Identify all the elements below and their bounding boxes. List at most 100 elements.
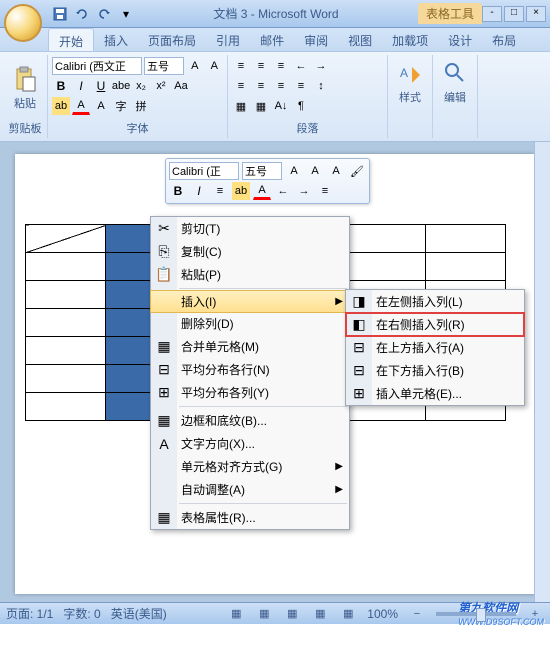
tab-home[interactable]: 开始: [48, 28, 94, 51]
show-marks-icon[interactable]: ¶: [292, 97, 310, 115]
maximize-button[interactable]: □: [504, 6, 524, 22]
zoom-out-icon[interactable]: −: [408, 605, 426, 623]
char-shading-icon[interactable]: A: [92, 97, 110, 115]
redo-icon[interactable]: [96, 6, 112, 22]
align-right-icon[interactable]: ≡: [272, 77, 290, 95]
phonetic-icon[interactable]: 拼: [132, 97, 150, 115]
bold-icon[interactable]: B: [52, 77, 70, 95]
styles-button[interactable]: A 样式: [392, 57, 428, 107]
mini-bold-icon[interactable]: B: [169, 182, 187, 200]
submenu-insert-above[interactable]: ⊟在上方插入行(A): [346, 336, 524, 359]
mini-shrink-font-icon[interactable]: A: [306, 162, 324, 180]
tab-mailings[interactable]: 邮件: [250, 28, 294, 51]
menu-delete-column[interactable]: 删除列(D): [151, 312, 349, 335]
justify-icon[interactable]: ≡: [292, 77, 310, 95]
minimize-button[interactable]: -: [482, 6, 502, 22]
align-left-icon[interactable]: ≡: [232, 77, 250, 95]
mini-font-name[interactable]: [169, 162, 239, 180]
table-cell[interactable]: [426, 253, 506, 281]
tab-design[interactable]: 设计: [438, 28, 482, 51]
undo-icon[interactable]: [74, 6, 90, 22]
zoom-level[interactable]: 100%: [367, 607, 398, 621]
underline-icon[interactable]: U: [92, 77, 110, 95]
menu-insert[interactable]: 插入(I)▶: [150, 290, 350, 313]
submenu-insert-right[interactable]: ◧在右侧插入列(R): [346, 313, 524, 336]
strike-icon[interactable]: abe: [112, 77, 130, 95]
editing-button[interactable]: 编辑: [437, 57, 473, 107]
borders-icon[interactable]: ▦: [252, 97, 270, 115]
table-cell[interactable]: [26, 253, 106, 281]
menu-distribute-cols[interactable]: ⊞平均分布各列(Y): [151, 381, 349, 404]
grow-font-icon[interactable]: A: [186, 57, 204, 75]
bullets-icon[interactable]: ≡: [232, 57, 250, 75]
superscript-icon[interactable]: x²: [152, 77, 170, 95]
font-size-select[interactable]: [144, 57, 184, 75]
table-cell[interactable]: [346, 225, 426, 253]
vertical-scrollbar[interactable]: [534, 142, 550, 602]
highlight-icon[interactable]: ab: [52, 97, 70, 115]
mini-bullets-icon[interactable]: ≡: [316, 182, 334, 200]
mini-center-icon[interactable]: ≡: [211, 182, 229, 200]
mini-highlight-icon[interactable]: ab: [232, 182, 250, 200]
sort-icon[interactable]: A↓: [272, 97, 290, 115]
qat-dropdown-icon[interactable]: ▾: [118, 6, 134, 22]
table-cell[interactable]: [26, 309, 106, 337]
menu-distribute-rows[interactable]: ⊟平均分布各行(N): [151, 358, 349, 381]
multilevel-icon[interactable]: ≡: [272, 57, 290, 75]
font-color-icon[interactable]: A: [72, 97, 90, 115]
zoom-slider[interactable]: [436, 612, 516, 616]
menu-copy[interactable]: ⎘复制(C): [151, 240, 349, 263]
tab-addins[interactable]: 加载项: [382, 28, 438, 51]
table-cell[interactable]: [346, 253, 426, 281]
menu-cut[interactable]: ✂剪切(T): [151, 217, 349, 240]
subscript-icon[interactable]: x₂: [132, 77, 150, 95]
menu-autofit[interactable]: 自动调整(A)▶: [151, 478, 349, 501]
mini-styles-icon[interactable]: A: [327, 162, 345, 180]
numbering-icon[interactable]: ≡: [252, 57, 270, 75]
tab-review[interactable]: 审阅: [294, 28, 338, 51]
table-cell[interactable]: [26, 393, 106, 421]
menu-text-direction[interactable]: A文字方向(X)...: [151, 432, 349, 455]
submenu-insert-below[interactable]: ⊟在下方插入行(B): [346, 359, 524, 382]
table-cell[interactable]: [26, 281, 106, 309]
status-language[interactable]: 英语(美国): [111, 605, 167, 622]
view-reading-icon[interactable]: ▦: [255, 605, 273, 623]
table-cell[interactable]: [26, 225, 106, 253]
italic-icon[interactable]: I: [72, 77, 90, 95]
mini-indent-dec-icon[interactable]: ←: [274, 182, 292, 200]
paste-button[interactable]: 粘贴: [7, 63, 43, 113]
menu-merge-cells[interactable]: ▦合并单元格(M): [151, 335, 349, 358]
change-case-icon[interactable]: Aa: [172, 77, 190, 95]
indent-left-icon[interactable]: ←: [292, 57, 310, 75]
table-cell[interactable]: [426, 225, 506, 253]
mini-font-color-icon[interactable]: A: [253, 182, 271, 200]
office-button[interactable]: [4, 4, 42, 42]
char-border-icon[interactable]: 字: [112, 97, 130, 115]
mini-grow-font-icon[interactable]: A: [285, 162, 303, 180]
view-web-icon[interactable]: ▦: [283, 605, 301, 623]
menu-cell-alignment[interactable]: 单元格对齐方式(G)▶: [151, 455, 349, 478]
tab-page-layout[interactable]: 页面布局: [138, 28, 206, 51]
status-page[interactable]: 页面: 1/1: [6, 605, 53, 622]
close-button[interactable]: ×: [526, 6, 546, 22]
tab-view[interactable]: 视图: [338, 28, 382, 51]
mini-font-size[interactable]: [242, 162, 282, 180]
align-center-icon[interactable]: ≡: [252, 77, 270, 95]
table-cell[interactable]: [26, 365, 106, 393]
save-icon[interactable]: [52, 6, 68, 22]
shading-icon[interactable]: ▦: [232, 97, 250, 115]
document-page[interactable]: A A A 🖌 B I ≡ ab A ← → ≡: [15, 154, 535, 594]
menu-paste[interactable]: 📋粘贴(P): [151, 263, 349, 286]
indent-right-icon[interactable]: →: [312, 57, 330, 75]
view-outline-icon[interactable]: ▦: [311, 605, 329, 623]
menu-borders-shading[interactable]: ▦边框和底纹(B)...: [151, 409, 349, 432]
tab-references[interactable]: 引用: [206, 28, 250, 51]
submenu-insert-cells[interactable]: ⊞插入单元格(E)...: [346, 382, 524, 405]
mini-indent-inc-icon[interactable]: →: [295, 182, 313, 200]
view-print-layout-icon[interactable]: ▦: [227, 605, 245, 623]
mini-format-painter-icon[interactable]: 🖌: [348, 162, 366, 180]
view-draft-icon[interactable]: ▦: [339, 605, 357, 623]
submenu-insert-left[interactable]: ◨在左侧插入列(L): [346, 290, 524, 313]
table-cell[interactable]: [26, 337, 106, 365]
shrink-font-icon[interactable]: A: [206, 57, 224, 75]
